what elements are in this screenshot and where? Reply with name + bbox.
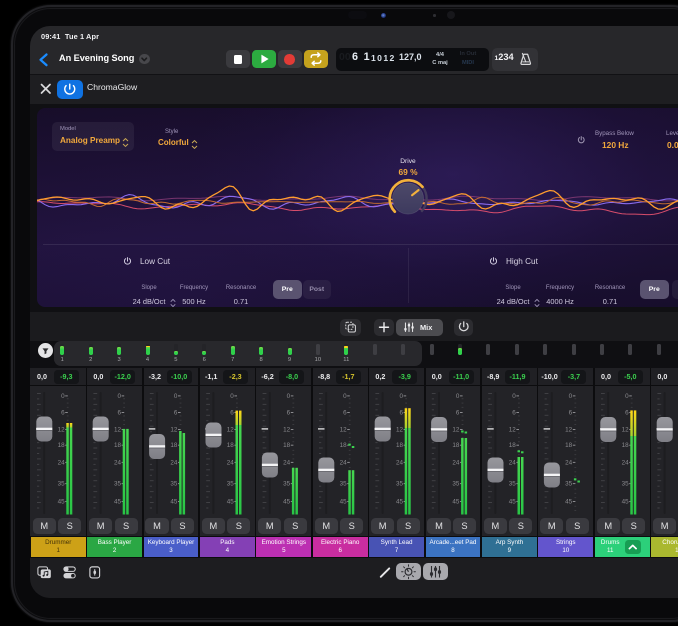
svg-text:12: 12 (509, 427, 517, 434)
svg-text:6: 6 (174, 410, 178, 417)
svg-text:24: 24 (622, 459, 630, 466)
svg-text:35: 35 (283, 481, 291, 488)
svg-text:6: 6 (287, 410, 291, 417)
svg-text:18: 18 (58, 442, 66, 449)
svg-text:18: 18 (283, 442, 291, 449)
svg-text:18: 18 (170, 442, 178, 449)
svg-text:12: 12 (58, 427, 66, 434)
svg-text:45: 45 (58, 499, 66, 506)
svg-text:35: 35 (114, 481, 122, 488)
svg-text:0: 0 (569, 393, 573, 400)
svg-text:18: 18 (114, 442, 122, 449)
svg-text:24: 24 (283, 459, 291, 466)
svg-text:45: 45 (565, 499, 573, 506)
svg-text:24: 24 (170, 459, 178, 466)
svg-text:24: 24 (452, 459, 460, 466)
svg-text:12: 12 (396, 427, 404, 434)
svg-text:12: 12 (283, 427, 291, 434)
svg-text:35: 35 (58, 481, 66, 488)
svg-text:0: 0 (512, 393, 516, 400)
svg-text:18: 18 (509, 442, 517, 449)
svg-text:18: 18 (396, 442, 404, 449)
svg-text:0: 0 (61, 393, 65, 400)
svg-text:0: 0 (456, 393, 460, 400)
svg-text:24: 24 (396, 459, 404, 466)
svg-text:6: 6 (512, 410, 516, 417)
svg-text:45: 45 (340, 499, 348, 506)
svg-text:45: 45 (227, 499, 235, 506)
svg-text:24: 24 (340, 459, 348, 466)
svg-text:0: 0 (625, 393, 629, 400)
svg-text:0: 0 (174, 393, 178, 400)
svg-text:35: 35 (565, 481, 573, 488)
svg-text:0: 0 (117, 393, 121, 400)
svg-text:35: 35 (227, 481, 235, 488)
svg-text:12: 12 (114, 427, 122, 434)
svg-text:6: 6 (61, 410, 65, 417)
svg-text:12: 12 (452, 427, 460, 434)
svg-text:45: 45 (622, 499, 630, 506)
svg-text:35: 35 (622, 481, 630, 488)
svg-text:6: 6 (456, 410, 460, 417)
svg-text:12: 12 (622, 427, 630, 434)
svg-text:24: 24 (114, 459, 122, 466)
svg-text:35: 35 (170, 481, 178, 488)
svg-text:35: 35 (452, 481, 460, 488)
svg-text:6: 6 (117, 410, 121, 417)
svg-text:45: 45 (283, 499, 291, 506)
svg-text:12: 12 (170, 427, 178, 434)
svg-text:45: 45 (170, 499, 178, 506)
svg-text:18: 18 (227, 442, 235, 449)
svg-text:6: 6 (343, 410, 347, 417)
svg-text:24: 24 (227, 459, 235, 466)
svg-text:24: 24 (509, 459, 517, 466)
svg-text:45: 45 (452, 499, 460, 506)
svg-text:35: 35 (509, 481, 517, 488)
svg-text:0: 0 (399, 393, 403, 400)
svg-text:6: 6 (230, 410, 234, 417)
svg-text:24: 24 (58, 459, 66, 466)
svg-text:35: 35 (396, 481, 404, 488)
svg-text:45: 45 (509, 499, 517, 506)
svg-text:35: 35 (340, 481, 348, 488)
svg-text:12: 12 (565, 427, 573, 434)
svg-text:6: 6 (569, 410, 573, 417)
svg-text:18: 18 (452, 442, 460, 449)
svg-text:45: 45 (396, 499, 404, 506)
svg-text:0: 0 (343, 393, 347, 400)
svg-text:18: 18 (565, 442, 573, 449)
svg-text:24: 24 (565, 459, 573, 466)
svg-text:6: 6 (625, 410, 629, 417)
svg-text:45: 45 (114, 499, 122, 506)
svg-text:18: 18 (340, 442, 348, 449)
svg-text:12: 12 (340, 427, 348, 434)
svg-text:0: 0 (287, 393, 291, 400)
svg-text:6: 6 (399, 410, 403, 417)
svg-text:0: 0 (230, 393, 234, 400)
svg-text:18: 18 (622, 442, 630, 449)
svg-text:12: 12 (227, 427, 235, 434)
